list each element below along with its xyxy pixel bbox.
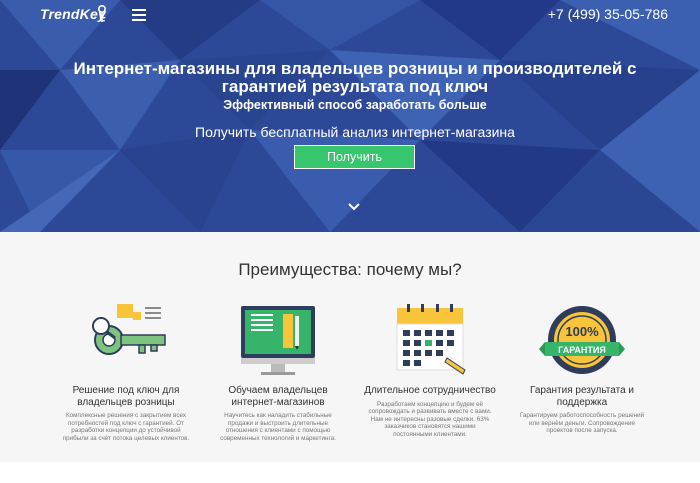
hero-subtitle: Эффективный способ заработать больше	[223, 98, 487, 112]
advantage-card: 100% ГАРАНТИЯ Гарантия результата и подд…	[512, 302, 652, 435]
page-bottom	[0, 462, 700, 483]
hero-section: TrendKey +7 (499) 35-05-786 Интернет-маг…	[0, 0, 700, 232]
phone-number[interactable]: +7 (499) 35-05-786	[548, 6, 668, 22]
advantage-card: Решение под ключ для владельцев розницы …	[56, 302, 196, 442]
key-icon	[92, 304, 166, 355]
hero-background	[0, 0, 700, 232]
advantage-title: Длительное сотрудничество	[364, 385, 496, 396]
advantage-title: Решение под ключ для владельцев розницы	[72, 385, 180, 408]
hero-cta-text: Получить бесплатный анализ интернет-мага…	[195, 124, 515, 140]
advantage-title: Гарантия результата и поддержка	[529, 385, 635, 408]
advantage-desc: Научитесь как наладить стабильные продаж…	[220, 412, 336, 442]
menu-icon[interactable]	[132, 9, 146, 21]
badge-label: ГАРАНТИЯ	[558, 345, 606, 355]
top-bar: TrendKey +7 (499) 35-05-786	[0, 0, 700, 30]
advantage-desc: Гарантируем работоспособность решений ил…	[519, 412, 645, 435]
guarantee-badge-icon: 100% ГАРАНТИЯ	[539, 306, 625, 374]
monitor-icon	[241, 306, 315, 375]
advantage-title: Обучаем владельцев интернет-магазинов	[228, 385, 328, 408]
chevron-down-icon[interactable]	[348, 203, 360, 211]
logo-key-icon	[98, 5, 106, 22]
advantages-title: Преимущества: почему мы?	[238, 260, 462, 279]
calendar-icon	[396, 304, 466, 375]
badge-percent: 100%	[565, 324, 599, 339]
advantage-card: Длительное сотрудничество Разработаем ко…	[360, 302, 500, 438]
get-analysis-button[interactable]: Получить	[294, 145, 415, 169]
hero-title: Интернет-магазины для владельцев розницы…	[73, 59, 637, 96]
advantage-card: Обучаем владельцев интернет-магазинов На…	[208, 302, 348, 442]
advantage-desc: Комплексные решения с закрытием всех пот…	[62, 412, 190, 442]
advantages-section: Преимущества: почему мы? Решение под клю…	[0, 232, 700, 462]
advantage-desc: Разработаем концепцию и будем её сопрово…	[368, 400, 492, 438]
